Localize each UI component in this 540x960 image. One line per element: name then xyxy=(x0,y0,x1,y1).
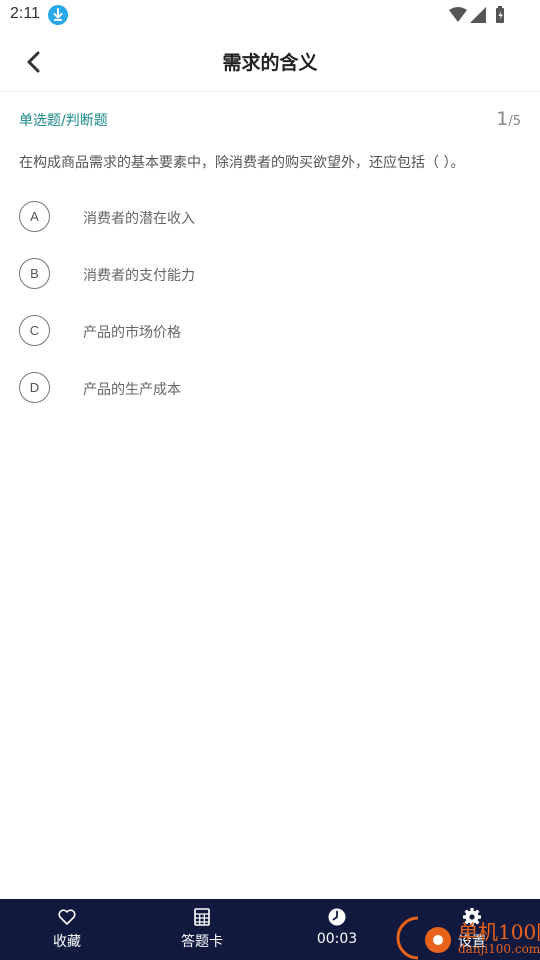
option-c[interactable]: C 产品的市场价格 xyxy=(19,315,519,349)
watermark-url: danji100.com xyxy=(458,942,540,956)
app-header: 需求的含义 xyxy=(0,30,540,92)
option-b[interactable]: B 消费者的支付能力 xyxy=(19,258,519,292)
download-icon xyxy=(48,5,68,25)
question-progress: 1/5 xyxy=(496,108,521,130)
answer-card-label: 答题卡 xyxy=(181,934,223,950)
option-letter: C xyxy=(19,315,50,346)
timer-button[interactable]: 00:03 xyxy=(287,899,387,960)
status-bar: 2:11 xyxy=(0,0,540,30)
option-text: 消费者的潜在收入 xyxy=(83,211,195,227)
question-current: 1 xyxy=(496,108,509,130)
option-letter: D xyxy=(19,372,50,403)
option-d[interactable]: D 产品的生产成本 xyxy=(19,372,519,406)
question-type: 单选题/判断题 xyxy=(19,113,108,129)
question-total: 5 xyxy=(512,114,521,129)
option-text: 产品的生产成本 xyxy=(83,382,181,398)
option-letter: B xyxy=(19,258,50,289)
watermark-logo-icon xyxy=(396,916,451,960)
timer-label: 00:03 xyxy=(316,931,358,947)
heart-icon xyxy=(58,909,76,925)
option-a[interactable]: A 消费者的潜在收入 xyxy=(19,201,519,235)
question-text: 在构成商品需求的基本要素中，除消费者的购买欲望外，还应包括（ ）。 xyxy=(19,155,465,171)
grid-icon xyxy=(194,908,210,926)
watermark-text: 单机100网 xyxy=(458,920,540,944)
clock-icon xyxy=(328,908,346,926)
status-time: 2:11 xyxy=(10,5,40,22)
option-text: 消费者的支付能力 xyxy=(83,268,195,284)
signal-icon xyxy=(470,7,486,23)
wifi-icon xyxy=(449,7,467,22)
option-letter: A xyxy=(19,201,50,232)
option-text: 产品的市场价格 xyxy=(83,325,181,341)
favorite-button[interactable]: 收藏 xyxy=(17,899,117,960)
favorite-label: 收藏 xyxy=(53,934,81,950)
page-title: 需求的含义 xyxy=(222,52,318,74)
answer-card-button[interactable]: 答题卡 xyxy=(152,899,252,960)
status-icons xyxy=(449,6,504,23)
watermark: 单机100网 danji100.com xyxy=(388,910,540,960)
